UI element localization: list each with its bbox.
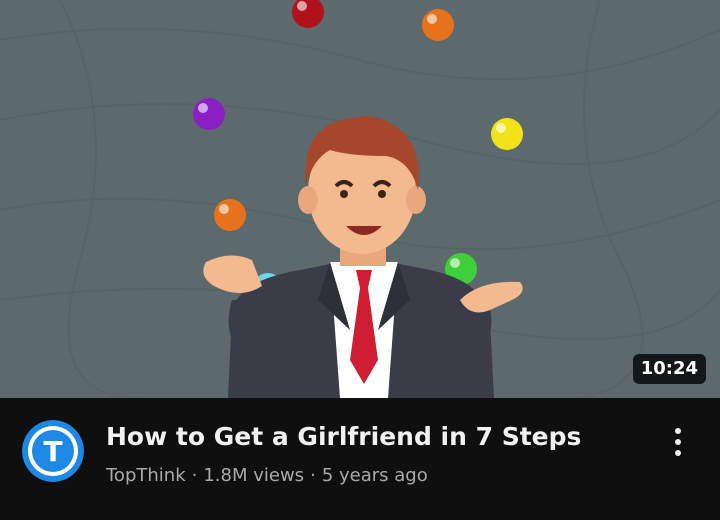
video-thumbnail[interactable]: 10:24 bbox=[0, 0, 720, 398]
separator-dot: · bbox=[310, 465, 316, 486]
thumbnail-illustration bbox=[0, 0, 720, 398]
three-dots-vertical-icon bbox=[675, 450, 681, 456]
separator-dot: · bbox=[191, 465, 198, 486]
view-count: 1.8M views bbox=[203, 465, 305, 486]
video-metadata: T How to Get a Girlfriend in 7 Steps Top… bbox=[0, 398, 720, 520]
three-dots-vertical-icon bbox=[675, 428, 681, 434]
upload-age: 5 years ago bbox=[321, 465, 428, 486]
three-dots-vertical-icon bbox=[675, 439, 681, 445]
video-subline: TopThink · 1.8M views · 5 years ago bbox=[106, 464, 428, 488]
channel-name[interactable]: TopThink bbox=[106, 465, 186, 486]
topthink-logo-icon[interactable]: T bbox=[22, 420, 84, 482]
video-card[interactable]: 10:24 T How to Get a Girlfriend in 7 Ste… bbox=[0, 0, 720, 520]
more-options-button[interactable] bbox=[664, 422, 692, 462]
video-title[interactable]: How to Get a Girlfriend in 7 Steps bbox=[106, 420, 626, 454]
duration-badge: 10:24 bbox=[632, 354, 706, 384]
avatar-letter: T bbox=[43, 435, 62, 468]
